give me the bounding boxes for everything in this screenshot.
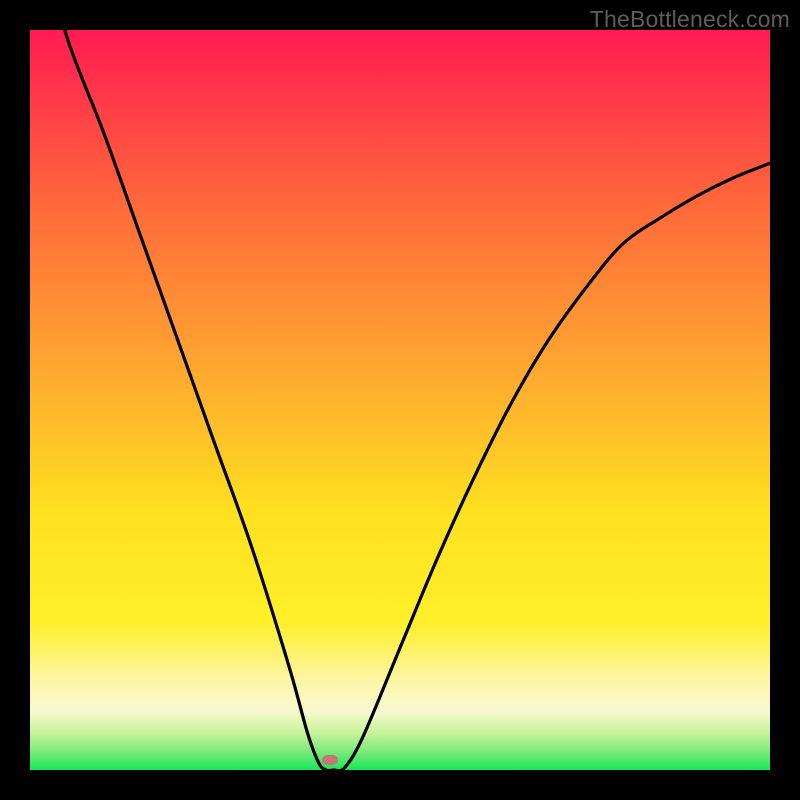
- watermark-text: TheBottleneck.com: [590, 6, 790, 33]
- bottleneck-curve: [30, 30, 770, 770]
- minimum-marker: [322, 755, 338, 765]
- chart-frame: TheBottleneck.com: [0, 0, 800, 800]
- plot-area: [30, 30, 770, 770]
